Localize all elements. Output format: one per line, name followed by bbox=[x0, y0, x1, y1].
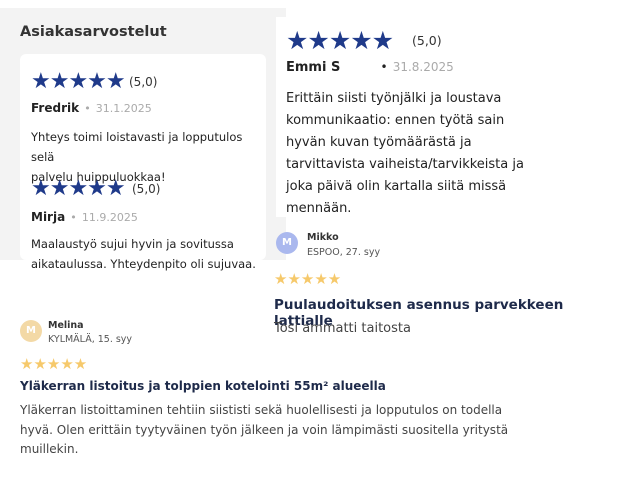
reviewer-name: Mikko bbox=[307, 232, 339, 243]
review-text-line: Maalaustyö sujui hyvin ja sovitussa bbox=[31, 237, 234, 251]
review-text: Tosi ammatti taitosta bbox=[274, 321, 411, 336]
star-rating-icon: ★★★★★ bbox=[31, 176, 126, 201]
review-text-line: joka päivä olin kartalla siitä missä bbox=[286, 179, 507, 194]
review-text-line: muillekin. bbox=[20, 442, 79, 456]
reviewer-name: Melina bbox=[48, 320, 84, 331]
review-date: 11.9.2025 bbox=[81, 211, 138, 224]
bullet-separator: • bbox=[380, 60, 388, 74]
review-title: Yläkerran listoitus ja tolppien koteloin… bbox=[20, 379, 386, 393]
review-text: Erittäin siisti työnjälki ja loustava ko… bbox=[286, 88, 606, 220]
review-text-line: mennään. bbox=[286, 201, 352, 216]
review-text-line: Yhteys toimi loistavasti ja lopputulos s… bbox=[31, 130, 243, 164]
review-text: Maalaustyö sujui hyvin ja sovitussa aika… bbox=[31, 234, 263, 274]
star-rating-icon: ★★★★★ bbox=[286, 26, 394, 55]
panel-title: Asiakasarvostelut bbox=[20, 24, 167, 40]
reviewer-location-date: ESPOO, 27. syy bbox=[307, 247, 381, 258]
review-text-line: tarvittavista vaiheista/tarvikkeista ja bbox=[286, 157, 524, 172]
review-author: Fredrik bbox=[31, 101, 80, 115]
review-text-line: aikataulussa. Yhteydenpito oli sujuvaa. bbox=[31, 257, 256, 271]
review-date: 31.8.2025 bbox=[392, 60, 454, 74]
rating-value: (5,0) bbox=[132, 182, 161, 196]
star-rating-icon: ★★★★★ bbox=[274, 270, 342, 288]
review-text-line: Yläkerran listoittaminen tehtiin siistis… bbox=[20, 403, 503, 417]
rating-value: (5,0) bbox=[129, 75, 158, 89]
review-text-line: Erittäin siisti työnjälki ja loustava bbox=[286, 91, 502, 106]
avatar: M bbox=[20, 320, 42, 342]
bullet-separator: • bbox=[84, 102, 91, 115]
review-author: Emmi S bbox=[286, 60, 341, 75]
star-rating-icon: ★★★★★ bbox=[20, 355, 88, 373]
review-text: Yläkerran listoittaminen tehtiin siistis… bbox=[20, 401, 610, 460]
review-text-line: kommunikaatio: ennen työtä sain bbox=[286, 113, 505, 128]
review-text-line: hyvän kuvan työmäärästä ja bbox=[286, 135, 472, 150]
review-author: Mirja bbox=[31, 210, 66, 224]
review-meta: Fredrik • 31.1.2025 bbox=[31, 97, 152, 116]
review-meta: Mirja • 11.9.2025 bbox=[31, 206, 138, 225]
rating-value: (5,0) bbox=[412, 33, 442, 48]
bullet-separator: • bbox=[70, 211, 77, 224]
review-date: 31.1.2025 bbox=[95, 102, 152, 115]
avatar: M bbox=[276, 232, 298, 254]
review-meta: Emmi S • 31.8.2025 bbox=[286, 56, 454, 75]
review-text-line: hyvä. Olen erittäin tyytyväinen työn jäl… bbox=[20, 422, 509, 437]
star-rating-icon: ★★★★★ bbox=[31, 69, 126, 94]
reviewer-location-date: KYLMÄLÄ, 15. syy bbox=[48, 334, 133, 345]
